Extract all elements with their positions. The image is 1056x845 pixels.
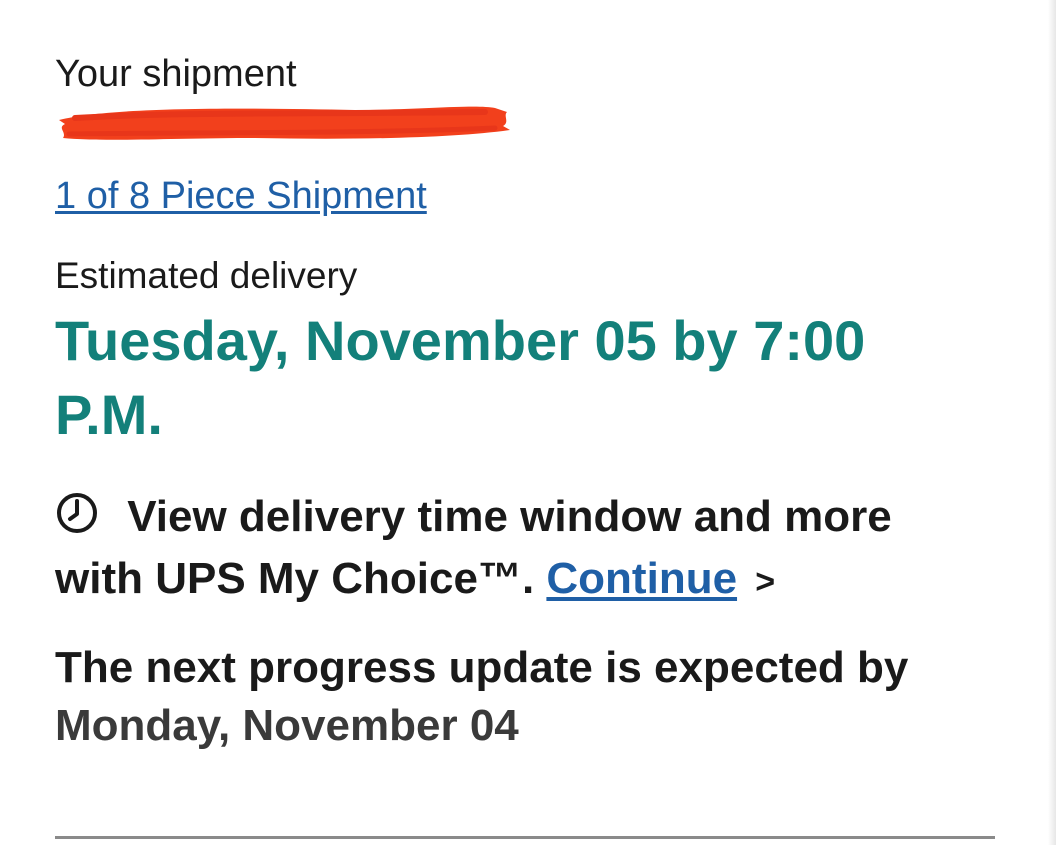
estimated-delivery-label: Estimated delivery: [55, 255, 358, 296]
my-choice-promo: View delivery time window and more with …: [55, 486, 975, 613]
redacted-tracking-number: [55, 98, 515, 150]
estimated-delivery-date: Tuesday, November 05 by 7:00 P.M.: [55, 309, 866, 446]
progress-update-note: The next progress update is expected by …: [55, 639, 975, 755]
page-edge: [1048, 0, 1056, 845]
progress-update-text: The next progress update is expected by: [55, 643, 909, 692]
section-divider: [55, 836, 995, 839]
chevron-right-icon[interactable]: >: [755, 563, 775, 601]
shipment-label: Your shipment: [55, 53, 297, 95]
piece-shipment-link[interactable]: 1 of 8 Piece Shipment: [55, 174, 427, 218]
clock-icon: [55, 490, 115, 534]
shipment-tracking-page: Your shipment 1 of 8 Piece Shipment Esti…: [0, 0, 1056, 845]
progress-update-date: Monday, November 04: [55, 701, 519, 750]
continue-link[interactable]: Continue: [546, 554, 737, 603]
shipment-details: Your shipment 1 of 8 Piece Shipment Esti…: [55, 52, 995, 755]
